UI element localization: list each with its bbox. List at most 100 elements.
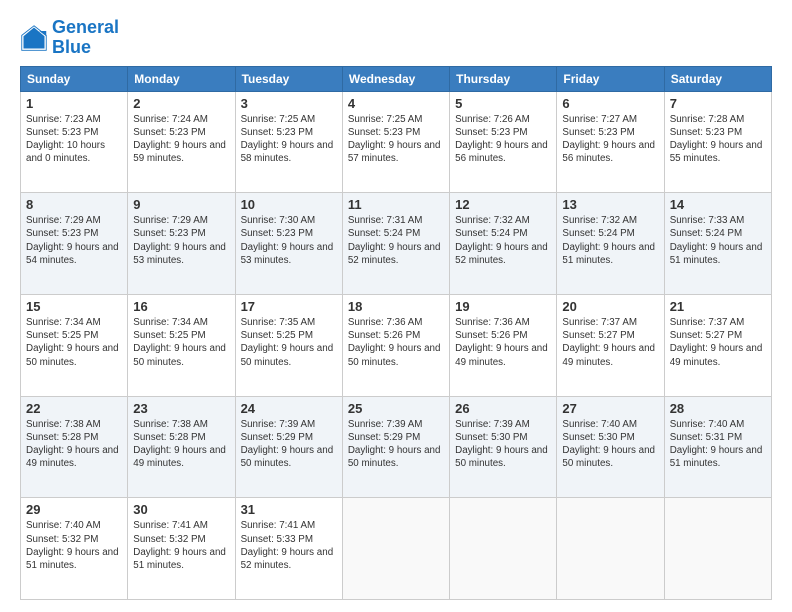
calendar-cell xyxy=(450,498,557,600)
day-info: Sunrise: 7:40 AMSunset: 5:31 PMDaylight:… xyxy=(670,418,766,471)
day-info: Sunrise: 7:41 AMSunset: 5:33 PMDaylight:… xyxy=(241,519,337,572)
calendar-cell: 2 Sunrise: 7:24 AMSunset: 5:23 PMDayligh… xyxy=(128,91,235,193)
day-number: 22 xyxy=(26,401,122,416)
day-info: Sunrise: 7:36 AMSunset: 5:26 PMDaylight:… xyxy=(348,316,444,369)
day-number: 30 xyxy=(133,502,229,517)
calendar-cell: 12 Sunrise: 7:32 AMSunset: 5:24 PMDaylig… xyxy=(450,193,557,295)
weekday-header-friday: Friday xyxy=(557,66,664,91)
day-number: 2 xyxy=(133,96,229,111)
day-number: 19 xyxy=(455,299,551,314)
calendar-cell: 10 Sunrise: 7:30 AMSunset: 5:23 PMDaylig… xyxy=(235,193,342,295)
day-number: 12 xyxy=(455,197,551,212)
calendar-cell: 17 Sunrise: 7:35 AMSunset: 5:25 PMDaylig… xyxy=(235,294,342,396)
day-info: Sunrise: 7:29 AMSunset: 5:23 PMDaylight:… xyxy=(133,214,229,267)
day-info: Sunrise: 7:25 AMSunset: 5:23 PMDaylight:… xyxy=(241,113,337,166)
day-info: Sunrise: 7:25 AMSunset: 5:23 PMDaylight:… xyxy=(348,113,444,166)
calendar-cell: 11 Sunrise: 7:31 AMSunset: 5:24 PMDaylig… xyxy=(342,193,449,295)
day-info: Sunrise: 7:32 AMSunset: 5:24 PMDaylight:… xyxy=(455,214,551,267)
calendar-cell: 13 Sunrise: 7:32 AMSunset: 5:24 PMDaylig… xyxy=(557,193,664,295)
calendar-cell: 14 Sunrise: 7:33 AMSunset: 5:24 PMDaylig… xyxy=(664,193,771,295)
day-number: 17 xyxy=(241,299,337,314)
calendar-cell: 7 Sunrise: 7:28 AMSunset: 5:23 PMDayligh… xyxy=(664,91,771,193)
day-info: Sunrise: 7:41 AMSunset: 5:32 PMDaylight:… xyxy=(133,519,229,572)
weekday-header-sunday: Sunday xyxy=(21,66,128,91)
day-info: Sunrise: 7:40 AMSunset: 5:30 PMDaylight:… xyxy=(562,418,658,471)
day-info: Sunrise: 7:38 AMSunset: 5:28 PMDaylight:… xyxy=(133,418,229,471)
day-info: Sunrise: 7:37 AMSunset: 5:27 PMDaylight:… xyxy=(670,316,766,369)
day-info: Sunrise: 7:28 AMSunset: 5:23 PMDaylight:… xyxy=(670,113,766,166)
day-number: 8 xyxy=(26,197,122,212)
calendar-cell: 28 Sunrise: 7:40 AMSunset: 5:31 PMDaylig… xyxy=(664,396,771,498)
day-info: Sunrise: 7:39 AMSunset: 5:29 PMDaylight:… xyxy=(241,418,337,471)
day-info: Sunrise: 7:39 AMSunset: 5:30 PMDaylight:… xyxy=(455,418,551,471)
calendar-cell: 4 Sunrise: 7:25 AMSunset: 5:23 PMDayligh… xyxy=(342,91,449,193)
day-number: 20 xyxy=(562,299,658,314)
day-info: Sunrise: 7:33 AMSunset: 5:24 PMDaylight:… xyxy=(670,214,766,267)
calendar-cell: 24 Sunrise: 7:39 AMSunset: 5:29 PMDaylig… xyxy=(235,396,342,498)
calendar-cell: 25 Sunrise: 7:39 AMSunset: 5:29 PMDaylig… xyxy=(342,396,449,498)
day-number: 31 xyxy=(241,502,337,517)
day-number: 13 xyxy=(562,197,658,212)
day-number: 23 xyxy=(133,401,229,416)
weekday-header-thursday: Thursday xyxy=(450,66,557,91)
calendar-cell xyxy=(342,498,449,600)
calendar-cell xyxy=(664,498,771,600)
calendar-cell: 6 Sunrise: 7:27 AMSunset: 5:23 PMDayligh… xyxy=(557,91,664,193)
day-number: 28 xyxy=(670,401,766,416)
page: General Blue SundayMondayTuesdayWednesda… xyxy=(0,0,792,612)
calendar-cell: 29 Sunrise: 7:40 AMSunset: 5:32 PMDaylig… xyxy=(21,498,128,600)
day-number: 16 xyxy=(133,299,229,314)
day-number: 10 xyxy=(241,197,337,212)
calendar-cell: 9 Sunrise: 7:29 AMSunset: 5:23 PMDayligh… xyxy=(128,193,235,295)
day-number: 24 xyxy=(241,401,337,416)
calendar-cell: 31 Sunrise: 7:41 AMSunset: 5:33 PMDaylig… xyxy=(235,498,342,600)
day-info: Sunrise: 7:32 AMSunset: 5:24 PMDaylight:… xyxy=(562,214,658,267)
calendar-cell: 22 Sunrise: 7:38 AMSunset: 5:28 PMDaylig… xyxy=(21,396,128,498)
day-info: Sunrise: 7:35 AMSunset: 5:25 PMDaylight:… xyxy=(241,316,337,369)
day-number: 14 xyxy=(670,197,766,212)
day-number: 21 xyxy=(670,299,766,314)
day-number: 9 xyxy=(133,197,229,212)
calendar-cell: 5 Sunrise: 7:26 AMSunset: 5:23 PMDayligh… xyxy=(450,91,557,193)
day-info: Sunrise: 7:27 AMSunset: 5:23 PMDaylight:… xyxy=(562,113,658,166)
day-number: 5 xyxy=(455,96,551,111)
calendar-cell xyxy=(557,498,664,600)
calendar-cell: 21 Sunrise: 7:37 AMSunset: 5:27 PMDaylig… xyxy=(664,294,771,396)
logo: General Blue xyxy=(20,18,119,58)
calendar-cell: 15 Sunrise: 7:34 AMSunset: 5:25 PMDaylig… xyxy=(21,294,128,396)
day-number: 3 xyxy=(241,96,337,111)
day-number: 27 xyxy=(562,401,658,416)
calendar-week-row: 29 Sunrise: 7:40 AMSunset: 5:32 PMDaylig… xyxy=(21,498,772,600)
calendar-week-row: 1 Sunrise: 7:23 AMSunset: 5:23 PMDayligh… xyxy=(21,91,772,193)
day-info: Sunrise: 7:34 AMSunset: 5:25 PMDaylight:… xyxy=(133,316,229,369)
calendar-cell: 23 Sunrise: 7:38 AMSunset: 5:28 PMDaylig… xyxy=(128,396,235,498)
day-info: Sunrise: 7:34 AMSunset: 5:25 PMDaylight:… xyxy=(26,316,122,369)
logo-icon xyxy=(20,24,48,52)
day-number: 6 xyxy=(562,96,658,111)
weekday-header-monday: Monday xyxy=(128,66,235,91)
day-info: Sunrise: 7:30 AMSunset: 5:23 PMDaylight:… xyxy=(241,214,337,267)
weekday-header-saturday: Saturday xyxy=(664,66,771,91)
weekday-header-wednesday: Wednesday xyxy=(342,66,449,91)
weekday-header-tuesday: Tuesday xyxy=(235,66,342,91)
calendar-cell: 27 Sunrise: 7:40 AMSunset: 5:30 PMDaylig… xyxy=(557,396,664,498)
header: General Blue xyxy=(20,18,772,58)
calendar-week-row: 15 Sunrise: 7:34 AMSunset: 5:25 PMDaylig… xyxy=(21,294,772,396)
day-info: Sunrise: 7:40 AMSunset: 5:32 PMDaylight:… xyxy=(26,519,122,572)
day-info: Sunrise: 7:36 AMSunset: 5:26 PMDaylight:… xyxy=(455,316,551,369)
calendar-cell: 26 Sunrise: 7:39 AMSunset: 5:30 PMDaylig… xyxy=(450,396,557,498)
day-number: 4 xyxy=(348,96,444,111)
day-info: Sunrise: 7:24 AMSunset: 5:23 PMDaylight:… xyxy=(133,113,229,166)
day-info: Sunrise: 7:29 AMSunset: 5:23 PMDaylight:… xyxy=(26,214,122,267)
calendar-table: SundayMondayTuesdayWednesdayThursdayFrid… xyxy=(20,66,772,600)
calendar-header-row: SundayMondayTuesdayWednesdayThursdayFrid… xyxy=(21,66,772,91)
day-number: 15 xyxy=(26,299,122,314)
day-info: Sunrise: 7:31 AMSunset: 5:24 PMDaylight:… xyxy=(348,214,444,267)
day-number: 26 xyxy=(455,401,551,416)
day-number: 11 xyxy=(348,197,444,212)
calendar-cell: 8 Sunrise: 7:29 AMSunset: 5:23 PMDayligh… xyxy=(21,193,128,295)
calendar-cell: 18 Sunrise: 7:36 AMSunset: 5:26 PMDaylig… xyxy=(342,294,449,396)
calendar-cell: 20 Sunrise: 7:37 AMSunset: 5:27 PMDaylig… xyxy=(557,294,664,396)
day-number: 18 xyxy=(348,299,444,314)
calendar-cell: 3 Sunrise: 7:25 AMSunset: 5:23 PMDayligh… xyxy=(235,91,342,193)
